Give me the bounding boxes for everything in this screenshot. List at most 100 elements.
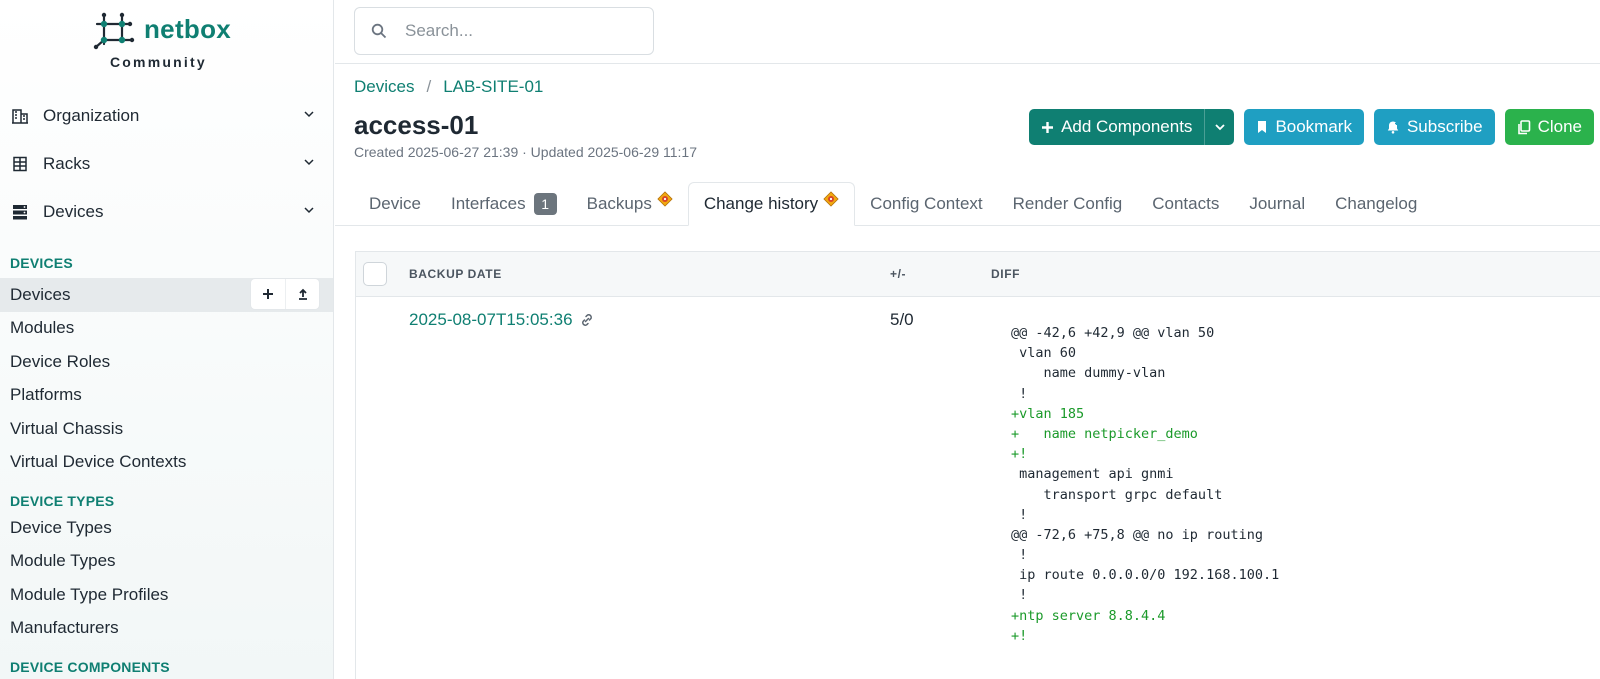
diff-line-context: ! [1011,587,1028,604]
tab-label: Interfaces [450,194,526,213]
tab-label: Render Config [1012,194,1123,213]
menu-group-label: Organization [43,106,140,125]
import-devices-button[interactable] [285,279,319,309]
bookmark-icon [1256,120,1268,134]
warning-icon [823,191,839,207]
diff-line-context: ip route 0.0.0.0/0 192.168.100.1 [1011,567,1280,584]
diff-line-context: ! [1011,547,1028,564]
tab-journal[interactable]: Journal [1234,182,1320,226]
sidebar: netbox Community Organization Racks Devi… [0,0,334,679]
chevron-down-icon [1215,124,1225,131]
clone-button[interactable]: Clone [1504,109,1594,145]
page-meta: Created 2025-06-27 21:39 · Updated 2025-… [354,144,697,160]
brand-subtitle: Community [110,54,207,70]
copy-icon [1517,119,1531,135]
backup-date-link[interactable]: 2025-08-07T15:05:36 [409,310,595,330]
diff-line-context: name dummy-vlan [1011,365,1166,382]
breadcrumb-separator: / [426,77,432,96]
diff-line-added: +! [1011,627,1028,644]
sidebar-item-module-types[interactable]: Module Types [0,545,333,579]
menu-group-organization[interactable]: Organization [0,92,333,140]
sidebar-item-device-types[interactable]: Device Types [0,511,333,545]
menu-group-label: Devices [43,202,104,221]
diff-line-context: @@ -42,6 +42,9 @@ vlan 50 [1011,325,1215,341]
table-header: BACKUP DATE +/- DIFF [356,252,1600,297]
diff-line-context: transport grpc default [1011,486,1223,503]
chevron-down-icon [304,207,314,214]
add-device-button[interactable] [251,279,285,309]
tab-contacts[interactable]: Contacts [1137,182,1234,226]
breadcrumb-link-site[interactable]: LAB-SITE-01 [443,77,543,97]
tab-change-history[interactable]: Change history [687,182,856,226]
tab-bar: Device Interfaces 1 Backups Change histo… [354,182,1600,226]
diff-line-added: + name netpicker_demo [1011,425,1198,442]
sidebar-item-manufacturers[interactable]: Manufacturers [0,612,333,646]
section-title-device-components: DEVICE COMPONENTS [10,659,170,675]
rack-icon [10,154,30,174]
column-header-delta[interactable]: +/- [890,267,906,281]
tab-label: Journal [1249,194,1306,213]
tab-label: Device [369,194,421,213]
menu-group-racks[interactable]: Racks [0,140,333,188]
diff-line-context: ! [1011,506,1028,523]
add-components-button[interactable]: Add Components [1029,109,1235,145]
bookmark-label: Bookmark [1275,117,1352,136]
change-history-table: BACKUP DATE +/- DIFF 2025-08-07T15:05:36… [355,251,1600,679]
tab-label: Config Context [870,194,983,213]
section-title-device-types: DEVICE TYPES [10,493,115,509]
search-icon [371,23,387,39]
tab-label: Backups [586,194,652,213]
menu-group-devices[interactable]: Devices [0,188,333,236]
column-header-backup-date[interactable]: BACKUP DATE [409,267,502,281]
subscribe-button[interactable]: Subscribe [1373,109,1495,145]
search-input[interactable] [405,21,625,41]
page-actions: Add Components Bookmark Subscribe Clone [1029,109,1594,145]
breadcrumb-link-devices[interactable]: Devices [354,77,414,97]
chevron-down-icon [304,159,314,166]
sidebar-item-platforms[interactable]: Platforms [0,379,333,413]
bookmark-button[interactable]: Bookmark [1244,109,1364,145]
brand-name: netbox [144,14,232,44]
backup-date: 2025-08-07T15:05:36 [409,310,573,329]
clone-label: Clone [1537,117,1582,136]
diff-line-context: vlan 60 [1011,345,1077,362]
bell-plus-icon [1386,120,1400,134]
sidebar-item-module-type-profiles[interactable]: Module Type Profiles [0,578,333,612]
tab-config-context[interactable]: Config Context [855,182,997,226]
diff-line-context: management api gnmi [1011,466,1174,483]
sidebar-item-virtual-chassis[interactable]: Virtual Chassis [0,412,333,446]
add-components-dropdown-toggle[interactable] [1204,109,1234,145]
chevron-down-icon [304,111,314,118]
sidebar-item-label: Devices [10,284,71,304]
interfaces-count-badge: 1 [533,193,557,215]
tab-device[interactable]: Device [354,182,436,226]
diff-line-added: +ntp server 8.8.4.4 [1011,607,1166,624]
tab-render-config[interactable]: Render Config [998,182,1138,226]
upload-icon [298,288,307,300]
select-all-checkbox[interactable] [363,262,387,286]
sidebar-item-modules[interactable]: Modules [0,312,333,346]
column-header-diff[interactable]: DIFF [991,267,1020,281]
diff-line-added: +! [1011,446,1028,463]
netbox-logo-icon [93,12,135,50]
search-box[interactable] [354,7,654,55]
diff-line-context: ! [1011,385,1028,402]
tab-changelog[interactable]: Changelog [1320,182,1432,226]
brand[interactable]: netbox Community [0,0,333,92]
section-title-devices: DEVICES [10,255,73,271]
sidebar-item-actions [251,279,319,309]
tab-backups[interactable]: Backups [572,182,688,226]
server-icon [10,202,30,222]
domain-icon [10,106,30,126]
sidebar-item-devices[interactable]: Devices [0,278,333,312]
subscribe-label: Subscribe [1406,117,1483,136]
page-title: access-01 [354,110,479,140]
tab-label: Change history [703,194,819,213]
add-components-label: Add Components [1061,117,1193,136]
tab-interfaces[interactable]: Interfaces 1 [436,182,572,226]
warning-icon [657,191,673,207]
plus-icon [263,289,273,299]
sidebar-item-virtual-device-contexts[interactable]: Virtual Device Contexts [0,446,333,480]
sidebar-item-device-roles[interactable]: Device Roles [0,345,333,379]
config-diff: @@ -42,6 +42,9 @@ vlan 50 vlan 60 name d… [1011,323,1279,646]
